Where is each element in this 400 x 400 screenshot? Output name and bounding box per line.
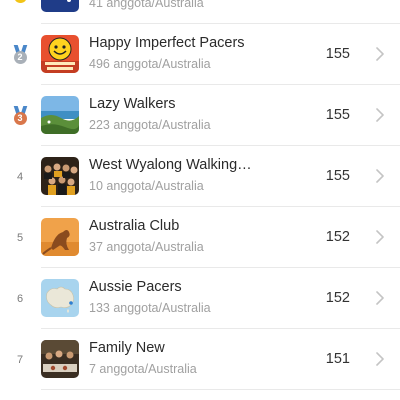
- row-divider: [41, 389, 400, 390]
- group-members: 223 anggota/Australia: [89, 118, 211, 132]
- leaderboard-row-2[interactable]: 2 Happy Imperfect Pacers 496 anggota/Aus…: [0, 24, 400, 85]
- chevron-right-icon: [376, 108, 384, 122]
- group-name: Family New: [89, 340, 165, 356]
- leaderboard-row-5[interactable]: 5 Australia Club 37 anggota/Australia 15…: [0, 207, 400, 268]
- chevron-right-icon: [376, 291, 384, 305]
- gold-medal-icon: 1: [13, 0, 28, 4]
- group-score: 152: [325, 229, 350, 245]
- leaderboard-row-3[interactable]: 3 Lazy Walkers 223 anggota/Australia 155: [0, 85, 400, 146]
- rank-cell: 3: [8, 85, 32, 146]
- leaderboard-row-1[interactable]: 1 41 anggota/Australia: [0, 0, 400, 24]
- leaderboard-row-7[interactable]: 7 Family New 7 anggota/Australia 151: [0, 329, 400, 390]
- chevron-right-icon: [376, 352, 384, 366]
- group-score: 152: [325, 290, 350, 306]
- rank-number: 4: [16, 170, 24, 183]
- smiley-thumbnail: [41, 35, 79, 73]
- group-score: 155: [325, 107, 350, 123]
- kangaroo-thumbnail: [41, 218, 79, 256]
- rank-number: 7: [16, 353, 24, 366]
- group-name: Aussie Pacers: [89, 279, 182, 295]
- group-score: 151: [325, 351, 350, 367]
- group-name: Happy Imperfect Pacers: [89, 35, 245, 51]
- rank-cell: 1: [8, 0, 32, 24]
- silver-medal-icon: 2: [13, 45, 28, 65]
- rank-number: 5: [16, 231, 24, 244]
- coast-landscape-thumbnail: [41, 96, 79, 134]
- group-name: Lazy Walkers: [89, 96, 176, 112]
- group-members: 10 anggota/Australia: [89, 179, 204, 193]
- group-name: Australia Club: [89, 218, 180, 234]
- group-members: 496 anggota/Australia: [89, 57, 211, 71]
- group-leaderboard-list: 1 41 anggota/Australia 2: [0, 0, 400, 390]
- group-score: 155: [325, 168, 350, 184]
- bronze-medal-icon: 3: [13, 106, 28, 126]
- rank-number: 6: [16, 292, 24, 305]
- chevron-right-icon: [376, 230, 384, 244]
- map-thumbnail: [41, 279, 79, 317]
- group-members: 41 anggota/Australia: [89, 0, 204, 10]
- group-name: West Wyalong Walking…: [89, 157, 252, 173]
- group-members: 133 anggota/Australia: [89, 301, 211, 315]
- flag-australia-thumbnail: [41, 0, 79, 12]
- leaderboard-row-6[interactable]: 6 Aussie Pacers 133 anggota/Australia 15…: [0, 268, 400, 329]
- leaderboard-row-4[interactable]: 4 West Wyalong Walking… 10 anggota/Austr…: [0, 146, 400, 207]
- chevron-right-icon: [376, 169, 384, 183]
- group-members: 7 anggota/Australia: [89, 362, 197, 376]
- rank-cell: 2: [8, 24, 32, 85]
- group-score: 155: [325, 46, 350, 62]
- chevron-right-icon: [376, 47, 384, 61]
- dinner-photo-thumbnail: [41, 340, 79, 378]
- group-members: 37 anggota/Australia: [89, 240, 204, 254]
- group-photo-thumbnail: [41, 157, 79, 195]
